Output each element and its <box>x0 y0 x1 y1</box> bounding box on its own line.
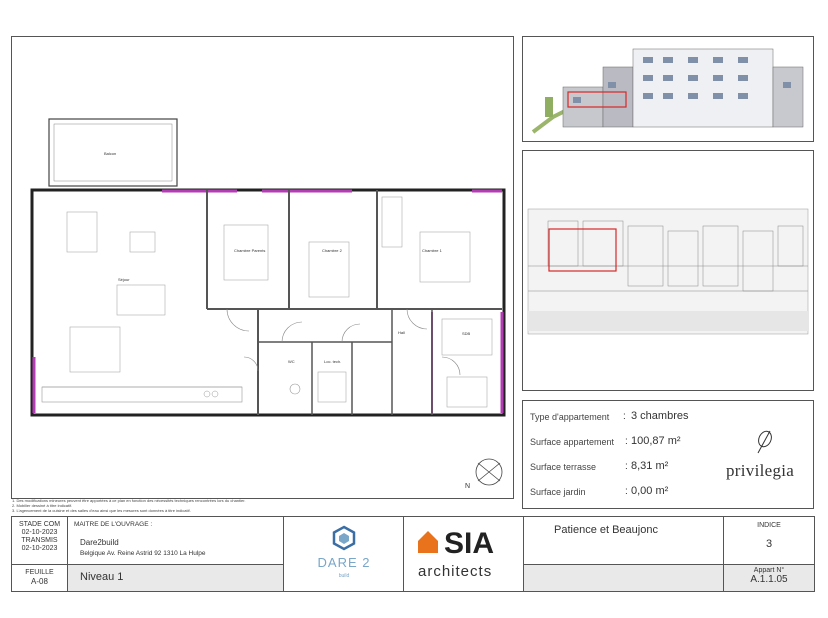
exterior-wall <box>30 188 506 417</box>
plan-notes: 1. Des modifications mineures peuvent êt… <box>12 498 342 513</box>
sia-logo: SIA architects <box>404 517 524 591</box>
title-block: STADE COM 02-10-2023 TRANSMIS 02-10-2023… <box>11 516 815 592</box>
room-label-wc: WC <box>288 359 295 364</box>
dare2-wordmark: DARE 2 <box>317 555 371 570</box>
info-value-jardin: 0,00 m² <box>631 485 669 497</box>
room-label-sejour: Séjour <box>118 277 130 282</box>
niveau-label: Niveau 1 <box>80 571 124 583</box>
info-value-terrasse: 8,31 m² <box>631 460 669 472</box>
maitre-name: Dare2build <box>80 538 119 547</box>
room-label-sdb: SDB <box>462 331 471 336</box>
info-label-type: Type d'appartement <box>530 412 610 422</box>
sia-house-icon <box>418 531 438 553</box>
appart-label: Appart N° <box>753 567 785 574</box>
sia-wordmark: SIA <box>444 527 495 560</box>
room-label-balcon: Balcon <box>104 151 116 156</box>
info-label-terrasse: Surface terrasse <box>530 462 597 472</box>
room-label-chambre1: Chambre 1 <box>422 248 443 253</box>
room-label-chambre-parents: Chambre Parents <box>234 248 265 253</box>
project-name: Patience et Beaujonc <box>554 524 658 536</box>
stade-label: STADE COM <box>18 521 61 528</box>
appart-value: A.1.1.05 <box>750 574 788 585</box>
north-label: N <box>465 483 470 490</box>
info-value-type: 3 chambres <box>631 410 689 422</box>
info-sep-jardin: : <box>625 486 628 497</box>
dare2-sub: build <box>338 573 350 579</box>
info-sep-surface: : <box>625 436 628 447</box>
info-sep-type: : <box>623 411 626 422</box>
privilegia-logo-icon <box>757 430 772 454</box>
room-label-loc-tech: Loc. tech. <box>324 359 341 364</box>
info-label-surface: Surface appartement <box>530 437 615 447</box>
info-value-surface: 100,87 m² <box>631 435 681 447</box>
privilegia-wordmark: privilegia <box>726 461 795 480</box>
maitre-label: MAITRE DE L'OUVRAGE : <box>74 521 153 528</box>
note-3: 3. L'agencement de la cuisine et des sal… <box>12 508 191 513</box>
feuille-label: FEUILLE <box>25 569 54 576</box>
room-label-hall: Hall <box>398 330 405 335</box>
info-sep-terrasse: : <box>625 461 628 472</box>
site-plan-view <box>522 150 814 391</box>
transmis-label: TRANSMIS <box>21 537 58 544</box>
floor-plan: Balcon Séjour Chambre Parents Chambre 2 … <box>30 118 506 490</box>
elevation-view <box>522 36 814 142</box>
north-arrow-icon: N <box>465 458 503 490</box>
dare2build-logo: DARE 2 build <box>284 517 404 591</box>
room-label-chambre2: Chambre 2 <box>322 248 343 253</box>
indice-label: INDICE <box>757 522 781 529</box>
stade-date: 02-10-2023 <box>21 529 58 536</box>
transmis-date: 02-10-2023 <box>21 545 58 552</box>
floor-plan-frame: Balcon Séjour Chambre Parents Chambre 2 … <box>11 36 514 499</box>
indice-value: 3 <box>765 538 773 550</box>
sia-sub: architects <box>418 563 493 580</box>
info-panel: Type d'appartement : 3 chambres Surface … <box>522 400 814 509</box>
dare2-hexagon-icon <box>332 525 356 551</box>
maitre-address: Belgique Av. Reine Astrid 92 1310 La Hul… <box>80 550 206 557</box>
feuille-value: A-08 <box>31 577 48 586</box>
info-label-jardin: Surface jardin <box>530 487 586 497</box>
